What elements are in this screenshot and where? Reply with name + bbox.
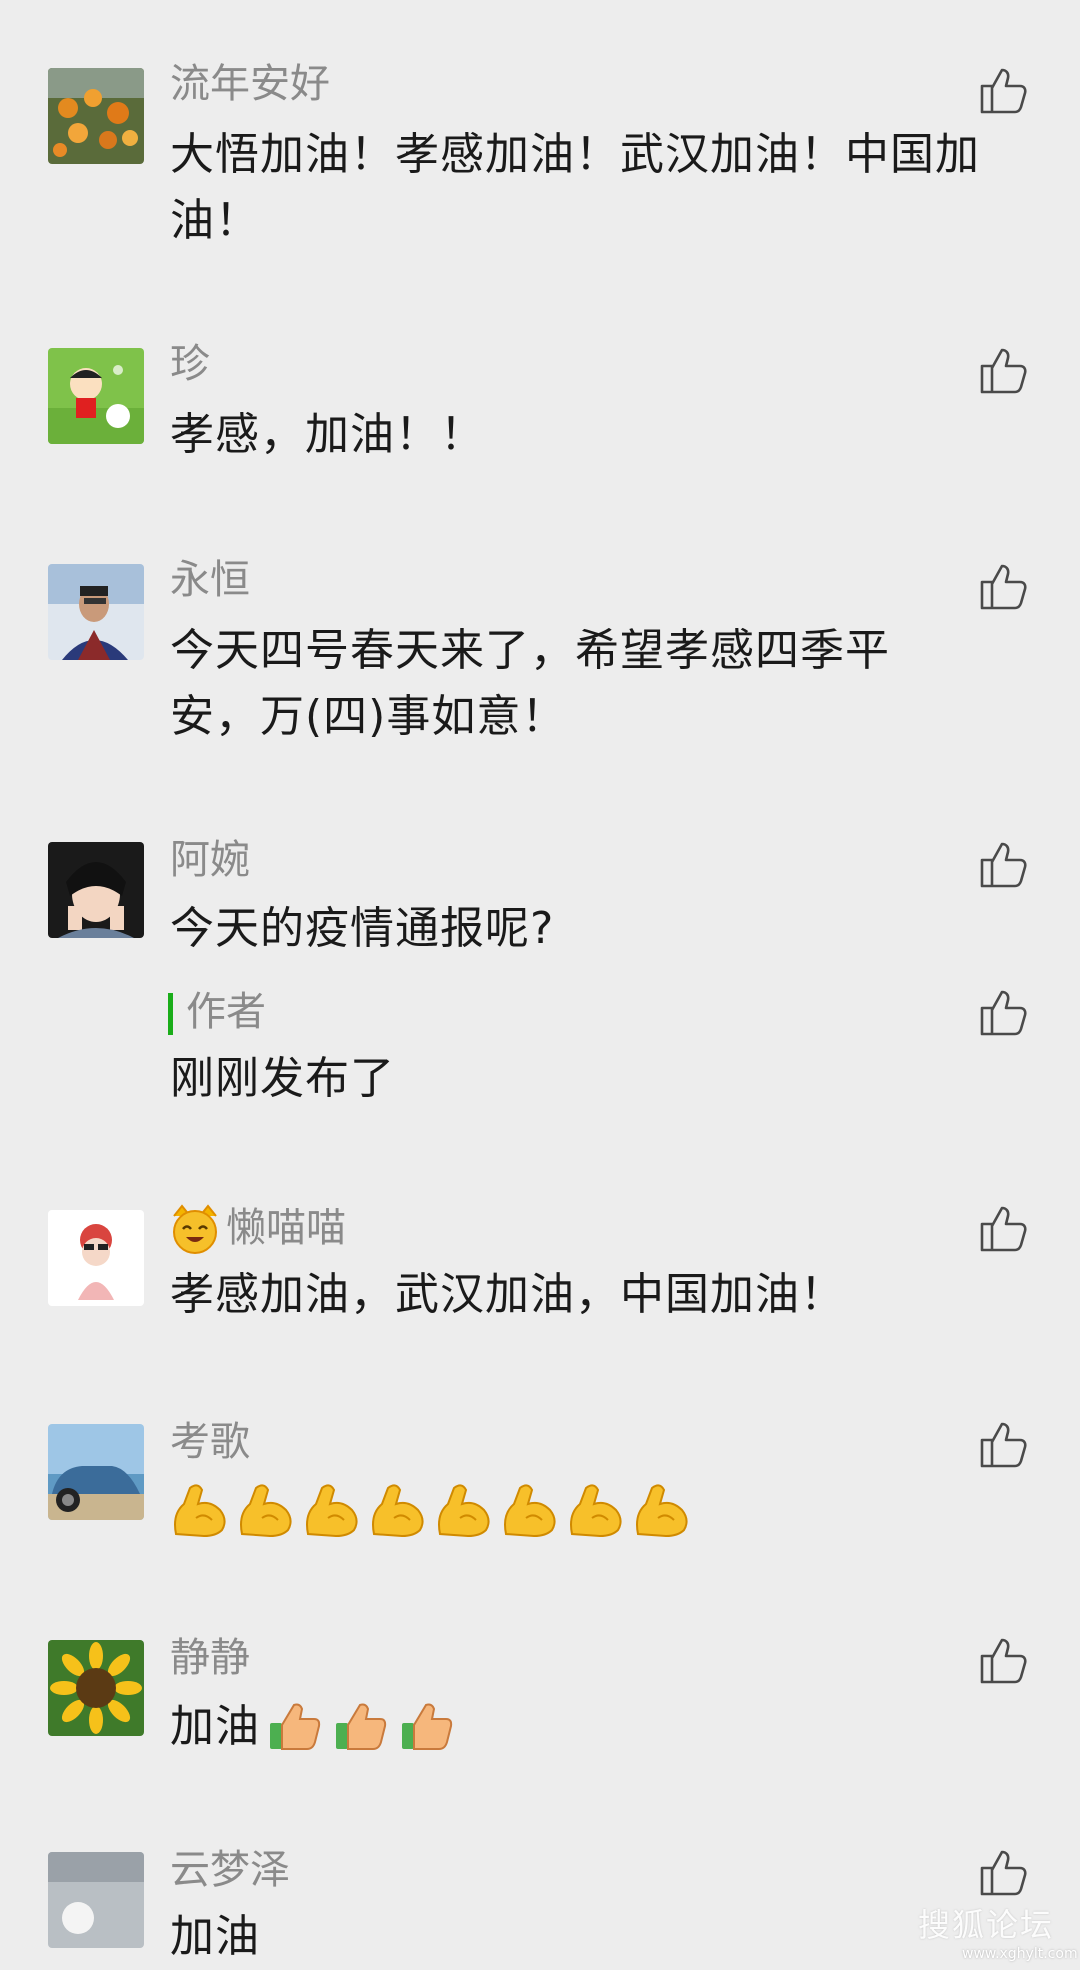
avatar[interactable] bbox=[48, 1210, 144, 1306]
thumbs-up-outline-icon bbox=[980, 1850, 1027, 1896]
thumbs-up-emoji-row bbox=[266, 1697, 458, 1757]
comment-text: 今天的疫情通报呢? bbox=[170, 903, 555, 954]
like-button[interactable] bbox=[978, 1202, 1030, 1254]
avatar[interactable] bbox=[48, 68, 144, 164]
avatar[interactable] bbox=[48, 1640, 144, 1736]
commenter-name[interactable]: 永恒 bbox=[170, 556, 250, 604]
comment-text: 加油 bbox=[170, 1694, 1020, 1760]
thumbs-up-outline-icon bbox=[980, 68, 1027, 114]
comment-text: 加油 bbox=[170, 1911, 260, 1962]
commenter-name[interactable]: 阿婉 bbox=[170, 836, 250, 884]
thumbs-up-outline-icon bbox=[980, 1638, 1027, 1684]
muscle-emoji-row bbox=[166, 1478, 692, 1542]
like-button[interactable] bbox=[978, 560, 1030, 612]
comment-text-label: 加油 bbox=[170, 1701, 260, 1752]
author-indicator bbox=[168, 993, 173, 1035]
thumbs-up-emoji bbox=[332, 1697, 392, 1757]
avatar[interactable] bbox=[48, 1852, 144, 1948]
avatar[interactable] bbox=[48, 564, 144, 660]
like-button[interactable] bbox=[978, 64, 1030, 116]
author-name: 作者 bbox=[186, 989, 266, 1035]
flexed-biceps-emoji bbox=[496, 1478, 560, 1542]
like-button[interactable] bbox=[978, 1418, 1030, 1470]
thumbs-up-outline-icon bbox=[980, 842, 1027, 888]
thumbs-up-outline-icon bbox=[980, 564, 1027, 610]
commenter-name[interactable]: 云梦泽 bbox=[170, 1846, 290, 1894]
comment-text: 大悟加油！孝感加油！武汉加油！中国加油！ bbox=[170, 129, 980, 246]
comment-text: 孝感，加油！！ bbox=[170, 409, 485, 460]
commenter-name[interactable]: 考歌 bbox=[170, 1418, 250, 1466]
author-reply-text: 刚刚发布了 bbox=[170, 1053, 395, 1104]
flexed-biceps-emoji bbox=[364, 1478, 428, 1542]
author-like-button[interactable] bbox=[978, 986, 1030, 1038]
thumbs-up-emoji bbox=[266, 1697, 326, 1757]
avatar[interactable] bbox=[48, 842, 144, 938]
cat-face-emoji bbox=[168, 1202, 222, 1256]
flexed-biceps-emoji bbox=[562, 1478, 626, 1542]
like-button[interactable] bbox=[978, 1634, 1030, 1686]
thumbs-up-outline-icon bbox=[980, 1206, 1027, 1252]
watermark-url: www.xghylt.com bbox=[962, 1946, 1078, 1962]
comment-text: 孝感加油，武汉加油，中国加油！ bbox=[170, 1269, 845, 1320]
flexed-biceps-emoji bbox=[166, 1478, 230, 1542]
like-button[interactable] bbox=[978, 838, 1030, 890]
thumbs-up-outline-icon bbox=[980, 1422, 1027, 1468]
flexed-biceps-emoji bbox=[628, 1478, 692, 1542]
flexed-biceps-emoji bbox=[430, 1478, 494, 1542]
thumbs-up-outline-icon bbox=[980, 990, 1027, 1036]
like-button[interactable] bbox=[978, 1846, 1030, 1898]
comment-text: 今天四号春天来了，希望孝感四季平安，万(四)事如意！ bbox=[170, 625, 890, 742]
thumbs-up-emoji bbox=[398, 1697, 458, 1757]
commenter-name[interactable]: 静静 bbox=[170, 1634, 250, 1682]
commenter-name[interactable]: 流年安好 bbox=[170, 60, 330, 108]
flexed-biceps-emoji bbox=[298, 1478, 362, 1542]
commenter-name[interactable]: 珍 bbox=[170, 340, 210, 388]
avatar[interactable] bbox=[48, 1424, 144, 1520]
avatar[interactable] bbox=[48, 348, 144, 444]
commenter-name[interactable]: 懒喵喵 bbox=[226, 1204, 346, 1252]
like-button[interactable] bbox=[978, 344, 1030, 396]
thumbs-up-outline-icon bbox=[980, 348, 1027, 394]
watermark-logo: 搜狐论坛 bbox=[918, 1906, 1055, 1944]
flexed-biceps-emoji bbox=[232, 1478, 296, 1542]
